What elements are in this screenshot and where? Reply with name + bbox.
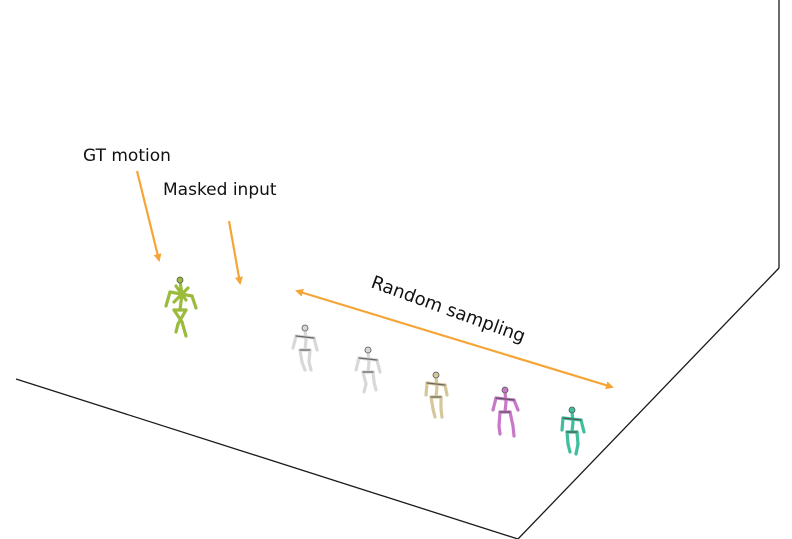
gt-motion-label: GT motion	[83, 146, 171, 166]
floor-right-edge	[517, 267, 780, 539]
gt-motion-skeleton-icon	[164, 276, 198, 338]
floor-plane	[15, 0, 780, 539]
motion-scene-diagram: GT motion Masked input Random sampling	[15, 0, 780, 539]
sample-skeleton-icon	[291, 324, 319, 372]
sample-skeleton-icon	[424, 371, 449, 419]
sample-skeleton-icon	[491, 386, 520, 438]
masked-input-label: Masked input	[163, 180, 277, 200]
sample-skeleton-icon	[560, 406, 586, 456]
floor-left-edge	[15, 378, 519, 539]
sample-skeleton-icon	[354, 346, 382, 394]
masked-input-arrow-icon	[227, 220, 243, 285]
gt-motion-arrow-icon	[135, 170, 162, 262]
